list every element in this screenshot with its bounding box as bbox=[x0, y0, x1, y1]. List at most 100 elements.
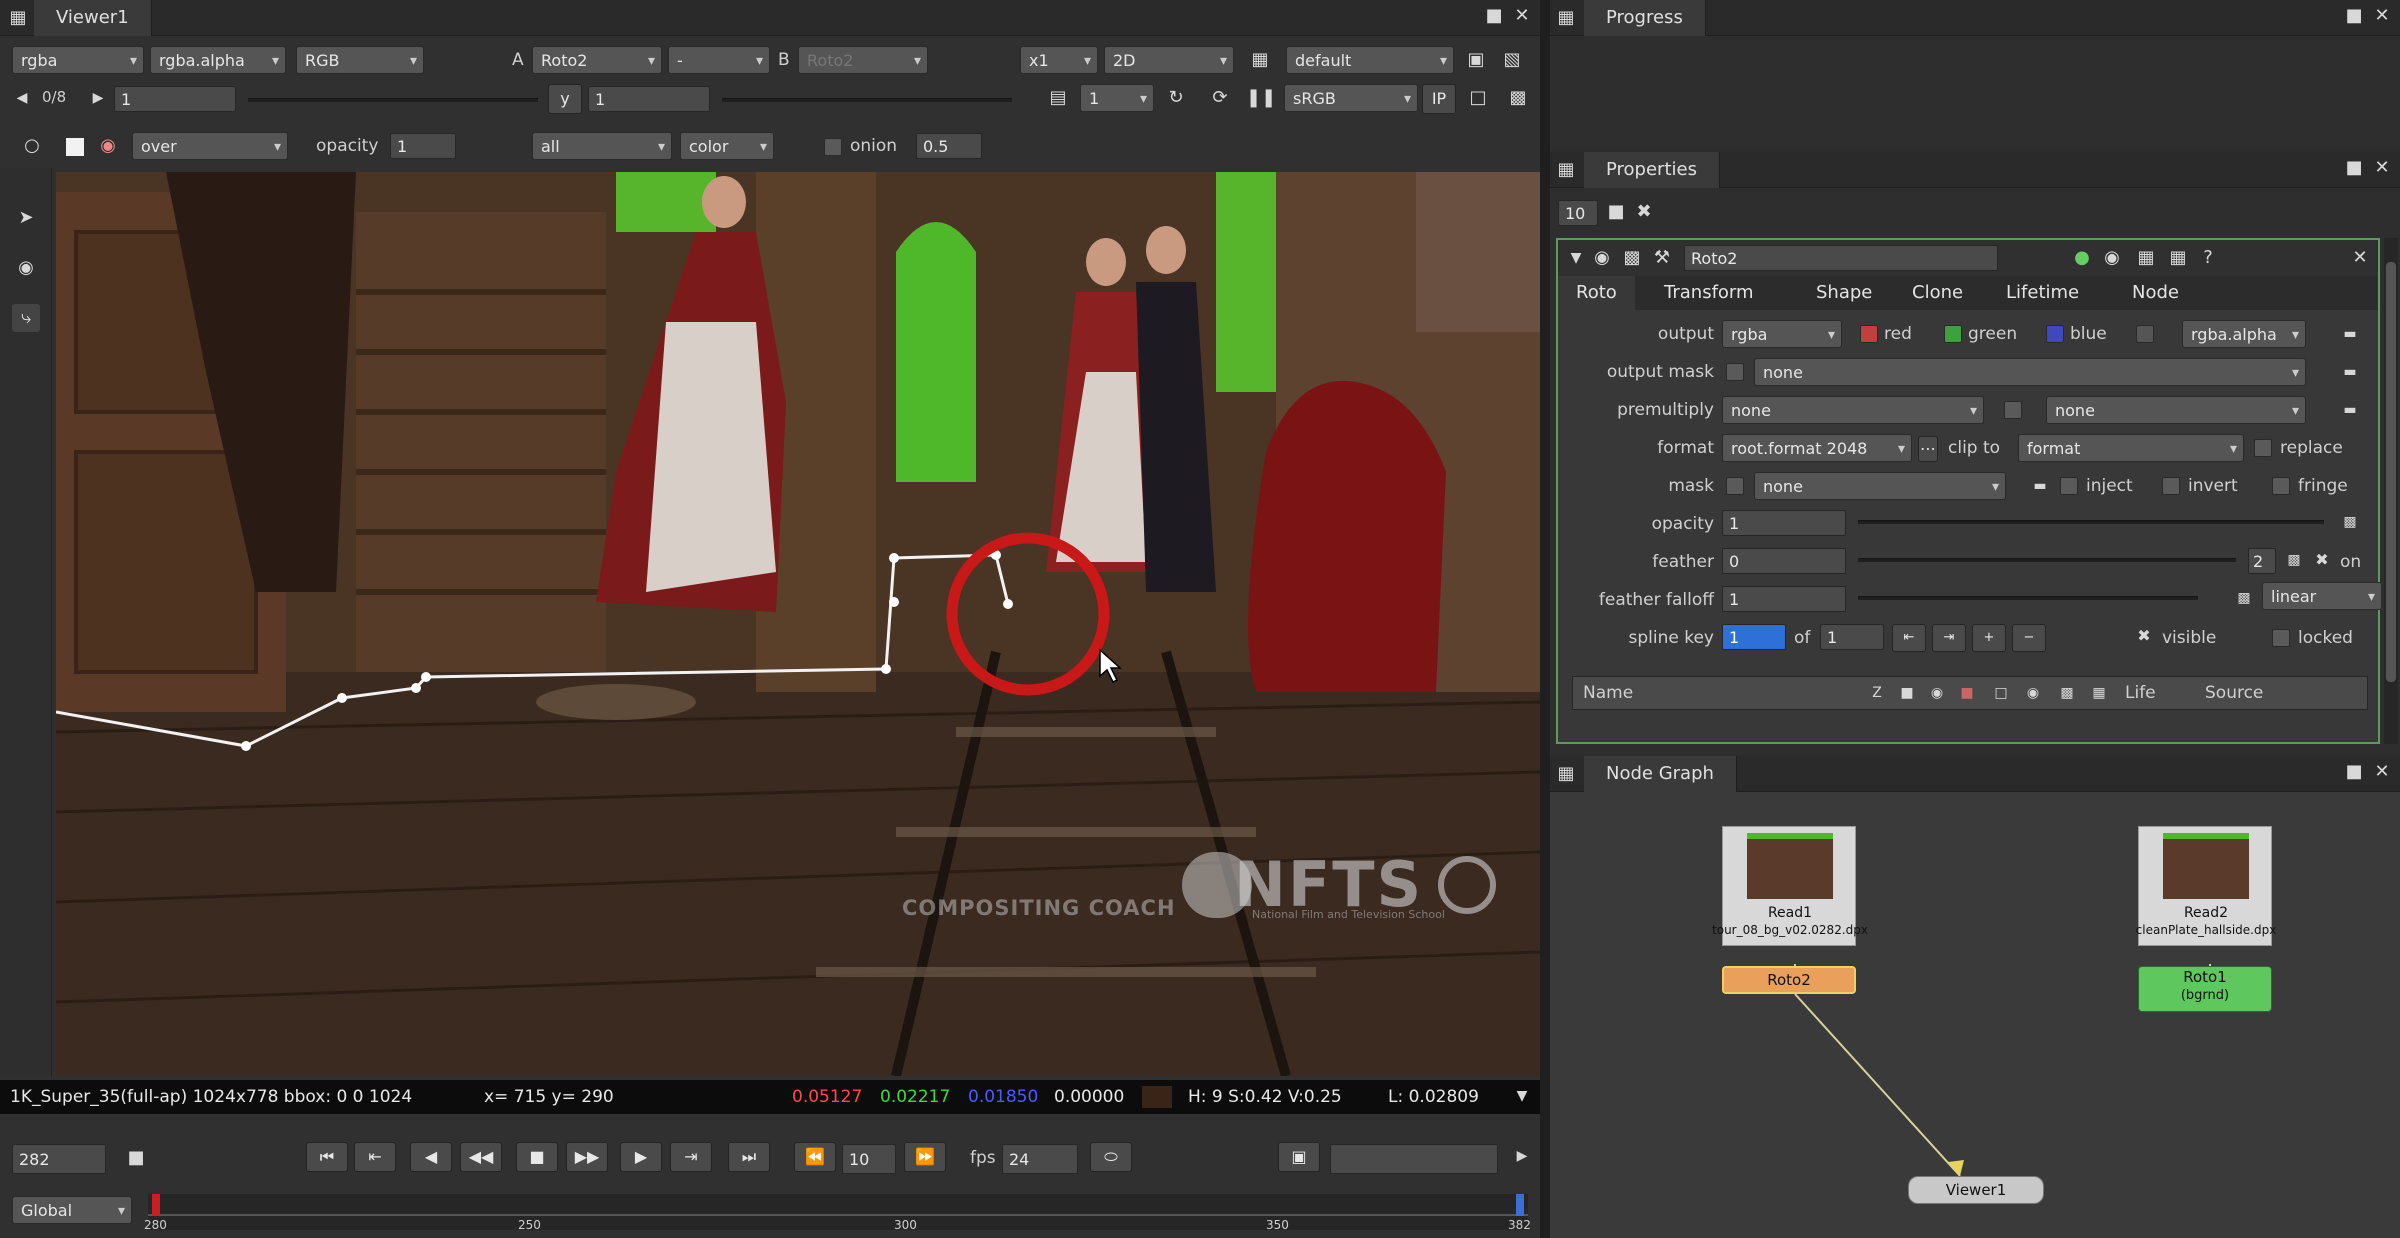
fps-field[interactable]: 24 bbox=[1002, 1144, 1078, 1174]
output-link-icon[interactable]: ▬ bbox=[2336, 320, 2364, 348]
tab-transform[interactable]: Transform bbox=[1646, 276, 1772, 310]
float-node-icon[interactable]: ▦ bbox=[2132, 244, 2160, 272]
alpha-channel-dropdown[interactable]: rgba.alpha bbox=[150, 46, 286, 74]
panel-menu-icon[interactable]: ▦ bbox=[4, 4, 32, 32]
spline-key-field[interactable]: 1 bbox=[1722, 624, 1786, 650]
tab-viewer1[interactable]: Viewer1 bbox=[34, 0, 152, 36]
remove-key-button[interactable]: − bbox=[2012, 624, 2046, 652]
next-key-button[interactable]: ⇥ bbox=[1932, 624, 1966, 652]
output-mask-checkbox[interactable] bbox=[1726, 363, 1744, 381]
refresh-icon[interactable]: ↻ bbox=[1162, 84, 1190, 112]
close-panel-icon[interactable]: ✕ bbox=[1508, 2, 1536, 30]
tab-shape[interactable]: Shape bbox=[1798, 276, 1890, 310]
flipbook-button[interactable]: ▣ bbox=[1278, 1142, 1320, 1172]
step-back-button[interactable]: ◀ bbox=[410, 1142, 452, 1172]
opacity-slider[interactable] bbox=[1858, 520, 2324, 524]
skip-forward-button[interactable]: ⏩ bbox=[904, 1142, 946, 1172]
feather-count-field[interactable]: 2 bbox=[2248, 548, 2276, 574]
feather-falloff-slider[interactable] bbox=[1858, 596, 2198, 600]
viewer-canvas[interactable]: NFTS COMPOSITING COACH National Film and… bbox=[56, 172, 1540, 1076]
play-backward-button[interactable]: ◀◀ bbox=[460, 1142, 502, 1172]
display-channels-dropdown[interactable]: RGB bbox=[296, 46, 424, 74]
proxy-icon[interactable]: ▤ bbox=[1044, 84, 1072, 112]
close-panel-icon[interactable]: ✕ bbox=[2368, 2, 2396, 30]
frame-range-dropdown[interactable]: Global bbox=[12, 1196, 132, 1224]
next-frame-arrow-icon[interactable]: ▶ bbox=[84, 84, 112, 112]
alpha-checkbox[interactable] bbox=[2136, 325, 2154, 343]
tab-clone[interactable]: Clone bbox=[1894, 276, 1981, 310]
out-point-marker[interactable] bbox=[1516, 1194, 1524, 1216]
input-a-dropdown[interactable]: Roto2 bbox=[532, 46, 662, 74]
checker-icon[interactable]: ▩ bbox=[1504, 84, 1532, 112]
feather-falloff-field[interactable]: 1 bbox=[1722, 586, 1846, 612]
proxy-dropdown[interactable]: 1 bbox=[1080, 84, 1154, 112]
visible-checkbox-icon[interactable]: ✖ bbox=[2130, 622, 2158, 650]
timeline-track[interactable]: 280 250 300 350 382 bbox=[144, 1194, 1531, 1232]
help-icon[interactable]: ? bbox=[2194, 244, 2222, 272]
column-invert-icon[interactable]: ◉ bbox=[2019, 679, 2047, 707]
wipe-opacity-field[interactable]: 1 bbox=[390, 133, 456, 159]
blue-checkbox[interactable] bbox=[2046, 325, 2064, 343]
select-arrow-icon[interactable]: ➤ bbox=[12, 204, 40, 232]
bezier-tool-icon[interactable]: ⤷ bbox=[12, 304, 40, 332]
feather-slider[interactable] bbox=[1858, 558, 2236, 562]
read1-node[interactable]: Read1 tour_08_bg_v02.0282.dpx bbox=[1712, 826, 1868, 946]
roi-icon[interactable]: ▣ bbox=[1462, 46, 1490, 74]
pause-icon[interactable]: ❚❚ bbox=[1246, 84, 1276, 112]
prev-keyframe-button[interactable]: ⇤ bbox=[354, 1142, 396, 1172]
node-tools-icon[interactable]: ⚒ bbox=[1648, 244, 1676, 272]
layer-dropdown[interactable]: all bbox=[532, 132, 672, 160]
compare-dropdown[interactable]: color bbox=[680, 132, 774, 160]
mask-dropdown[interactable]: none bbox=[1754, 472, 2006, 500]
roto1-node[interactable]: Roto1 (bgrnd) bbox=[2138, 966, 2272, 1012]
playhead-marker[interactable] bbox=[152, 1194, 160, 1216]
close-panel-icon[interactable]: ✕ bbox=[2368, 154, 2396, 182]
onion-field[interactable]: 0.5 bbox=[916, 133, 982, 159]
float-panel-icon[interactable]: ■ bbox=[2340, 154, 2368, 182]
channels-dropdown[interactable]: rgba bbox=[12, 46, 144, 74]
loop-button[interactable]: ⬭ bbox=[1090, 1142, 1132, 1172]
node-name-field[interactable]: Roto2 bbox=[1684, 245, 1998, 271]
max-panels-field[interactable]: 10 bbox=[1558, 200, 1598, 226]
center-node-icon[interactable]: ▩ bbox=[1618, 244, 1646, 272]
read2-node[interactable]: Read2 cleanPlate_hallside.dpx bbox=[2136, 826, 2276, 946]
tab-node[interactable]: Node bbox=[2114, 276, 2197, 310]
column-blend-icon[interactable]: ▩ bbox=[2053, 679, 2081, 707]
format-dropdown[interactable]: root.format 2048 bbox=[1722, 434, 1912, 462]
lock-properties-icon[interactable]: ■ bbox=[1602, 198, 1630, 226]
gain-slider[interactable] bbox=[248, 98, 538, 102]
view-mode-dropdown[interactable]: 2D bbox=[1104, 46, 1234, 74]
white-swatch[interactable] bbox=[66, 138, 84, 156]
column-overlay-icon[interactable]: □ bbox=[1987, 679, 2015, 707]
gamma-field[interactable]: 1 bbox=[588, 86, 710, 112]
viewer1-node[interactable]: Viewer1 bbox=[1908, 1176, 2044, 1204]
premultiply-channel-dropdown[interactable]: none bbox=[2046, 396, 2306, 424]
lock-icon[interactable]: ■ bbox=[122, 1144, 150, 1172]
first-frame-button[interactable]: ⏮ bbox=[306, 1142, 348, 1172]
color-wheel-icon[interactable]: ◉ bbox=[94, 132, 122, 160]
timeline-menu-icon[interactable]: ▶ bbox=[1508, 1142, 1536, 1170]
premultiply-link-icon[interactable]: ▬ bbox=[2336, 396, 2364, 424]
panel-divider[interactable] bbox=[1540, 0, 1550, 1238]
input-process-button[interactable]: IP bbox=[1422, 84, 1456, 114]
fringe-checkbox[interactable] bbox=[2272, 477, 2290, 495]
opacity-anim-icon[interactable]: ▩ bbox=[2336, 508, 2364, 536]
close-node-icon[interactable]: ✕ bbox=[2346, 244, 2374, 272]
skip-back-button[interactable]: ⏪ bbox=[794, 1142, 836, 1172]
column-z-icon[interactable]: Z bbox=[1863, 679, 1891, 707]
stop-button[interactable]: ■ bbox=[516, 1142, 558, 1172]
output-mask-link-icon[interactable]: ▬ bbox=[2336, 358, 2364, 386]
prev-frame-arrow-icon[interactable]: ◀ bbox=[8, 84, 36, 112]
premultiply-checkbox[interactable] bbox=[2004, 401, 2022, 419]
falloff-anim-icon[interactable]: ▩ bbox=[2230, 584, 2258, 612]
opacity-field[interactable]: 1 bbox=[1722, 510, 1846, 536]
collapse-icon[interactable]: ▼ bbox=[1562, 244, 1590, 272]
column-color-icon[interactable]: ■ bbox=[1953, 679, 1981, 707]
gamma-slider[interactable] bbox=[722, 98, 1012, 102]
clear-panels-icon[interactable]: ✖ bbox=[1630, 198, 1658, 226]
wipe-circle-icon[interactable]: ○ bbox=[18, 132, 46, 160]
revert-icon[interactable]: ◉ bbox=[2098, 244, 2126, 272]
prev-key-button[interactable]: ⇤ bbox=[1892, 624, 1926, 652]
mask-link-icon[interactable]: ▬ bbox=[2026, 472, 2054, 500]
tab-properties[interactable]: Properties bbox=[1584, 152, 1720, 188]
